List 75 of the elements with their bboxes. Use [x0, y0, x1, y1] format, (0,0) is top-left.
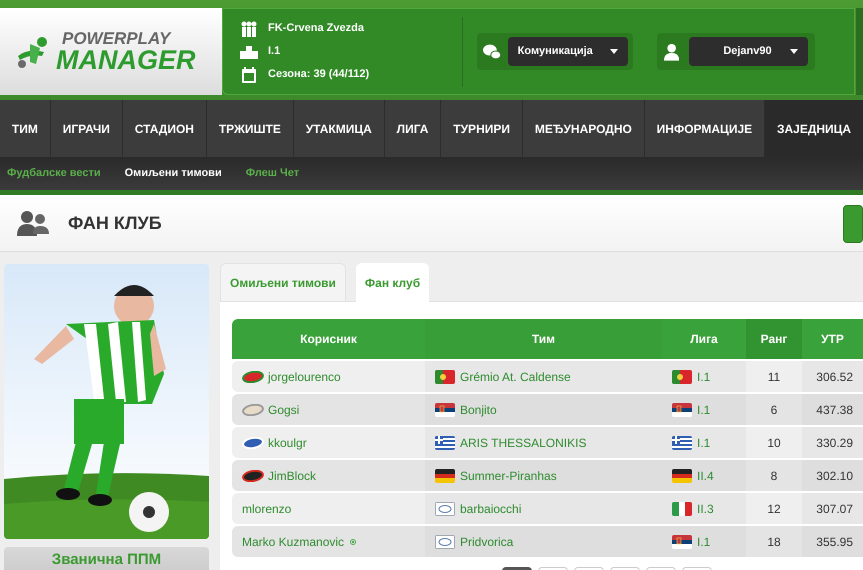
flag-icon: [672, 468, 692, 482]
flag-icon: [435, 370, 455, 384]
league-link[interactable]: II.4: [697, 466, 714, 484]
team-link[interactable]: Grémio At. Caldense: [460, 368, 571, 386]
column-header: Ранг: [746, 319, 802, 359]
user-link[interactable]: jorgelourenco: [268, 368, 341, 386]
table-cell: 8: [746, 460, 802, 491]
league-link[interactable]: I.1: [697, 532, 710, 550]
flag-icon: [435, 436, 455, 450]
table-cell: 307.07: [802, 493, 863, 524]
official-ppm-button[interactable]: Званична ППМ: [4, 547, 209, 570]
badge-icon: [242, 470, 264, 482]
badge-icon: [242, 436, 264, 448]
badge-icon: [242, 370, 264, 382]
calendar-icon: [241, 66, 257, 82]
flag-icon: [672, 370, 692, 384]
subnav-link[interactable]: Омиљени тимови: [124, 165, 222, 182]
user-icon: [664, 42, 680, 60]
podium-icon: [240, 44, 258, 58]
table-cell: 6: [746, 394, 802, 425]
league-link[interactable]: I.1: [697, 400, 710, 418]
table-cell: 330.29: [802, 427, 863, 458]
table-cell: 306.52: [802, 361, 863, 392]
subnav-link[interactable]: Флеш Чет: [246, 165, 300, 182]
user-link[interactable]: Marko Kuzmanovic: [242, 532, 344, 550]
user-dropdown[interactable]: Dejanv90: [689, 37, 808, 66]
team-link[interactable]: barbaiocchi: [460, 500, 522, 518]
flag-icon: [435, 534, 455, 548]
logo-text: MANAGER: [56, 46, 196, 74]
league-link[interactable]: I.1: [697, 368, 710, 386]
column-header: Тим: [425, 319, 662, 359]
info-text: I.1: [268, 44, 280, 60]
flag-icon: [435, 502, 455, 516]
user-link[interactable]: JimBlock: [268, 466, 316, 484]
subnav-link[interactable]: Фудбалске вести: [7, 165, 101, 182]
logo-text: POWERPLAY: [61, 30, 172, 46]
column-header: Лига: [662, 319, 746, 359]
nav-tab[interactable]: ЛИГА: [384, 100, 442, 157]
team-link[interactable]: Bonjito: [460, 400, 497, 418]
info-text: Сезона: 39 (44/112): [268, 67, 370, 82]
flag-icon: [672, 436, 692, 450]
badge-icon: [242, 404, 264, 416]
table-cell: 11: [746, 361, 802, 392]
tab[interactable]: Омиљени тимови: [220, 263, 346, 302]
flag-icon: [672, 502, 692, 516]
league-link[interactable]: I.1: [697, 434, 710, 452]
table-cell: 302.10: [802, 460, 863, 491]
table-cell: 18: [746, 526, 802, 557]
league-link[interactable]: II.3: [697, 500, 714, 518]
team-link[interactable]: Summer-Piranhas: [460, 466, 557, 484]
chat-icon: [482, 42, 502, 60]
user-link[interactable]: Gogsi: [268, 400, 300, 418]
user-link[interactable]: mlorenzo: [242, 500, 292, 518]
column-header: УТР: [802, 319, 863, 359]
flag-icon: [672, 402, 692, 416]
flag-icon: [672, 534, 692, 548]
communication-dropdown[interactable]: Комуникација: [508, 37, 628, 66]
info-text: FK-Crvena Zvezda: [268, 21, 364, 36]
table-cell: 10: [746, 427, 802, 458]
users-icon: [17, 210, 49, 236]
table-cell: 437.38: [802, 394, 863, 425]
team-icon: [240, 20, 258, 36]
caret-icon: [790, 49, 798, 54]
table-cell: 355.95: [802, 526, 863, 557]
table-cell: 12: [746, 493, 802, 524]
team-link[interactable]: Pridvorica: [460, 532, 514, 550]
flag-icon: [435, 468, 455, 482]
tab[interactable]: Фан клуб: [356, 263, 430, 302]
page-title: ФАН КЛУБ: [68, 212, 162, 234]
team-link[interactable]: ARIS THESSALONIKIS: [460, 434, 586, 452]
user-link[interactable]: kkoulgr: [268, 434, 307, 452]
column-header: Корисник: [232, 319, 425, 359]
nav-tab[interactable]: ЗАЈЕДНИЦА: [765, 100, 863, 157]
caret-icon: [610, 49, 618, 54]
flag-icon: [435, 402, 455, 416]
